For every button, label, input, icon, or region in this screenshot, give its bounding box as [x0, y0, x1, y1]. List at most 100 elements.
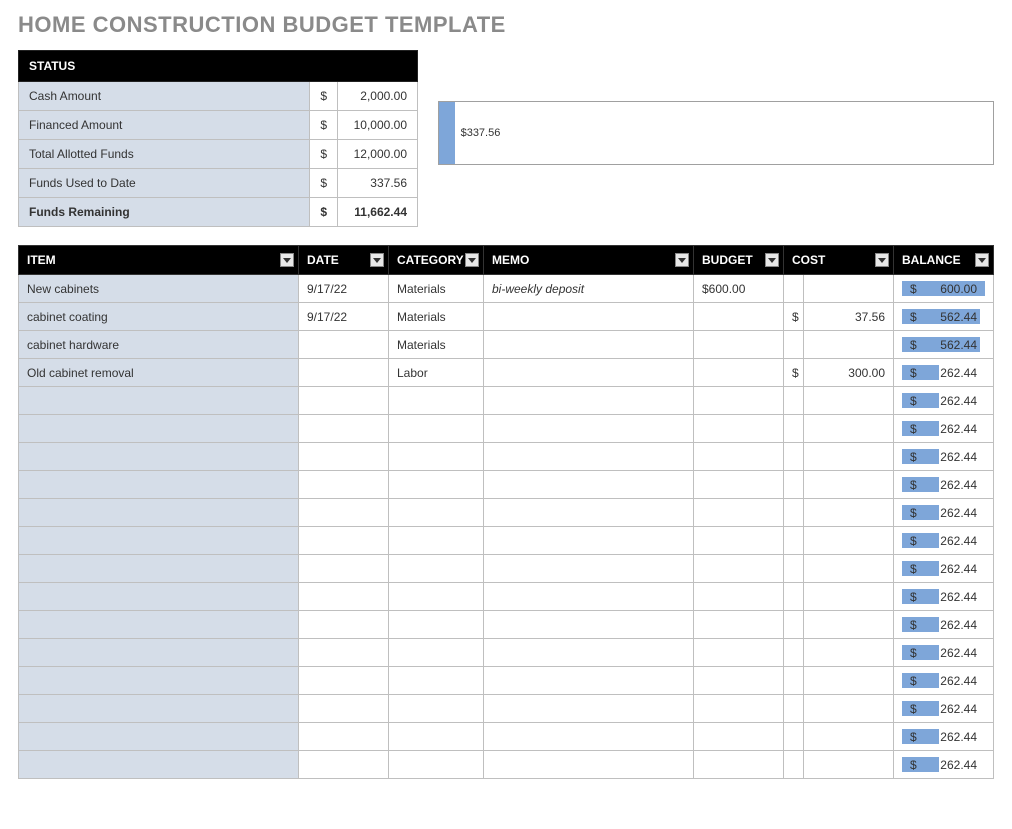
cell-cost-value[interactable]: 37.56 — [804, 303, 894, 331]
cell-memo[interactable] — [484, 555, 694, 583]
cell-cost-value[interactable] — [804, 499, 894, 527]
cell-cost-currency[interactable] — [784, 667, 804, 695]
cell-date[interactable] — [299, 527, 389, 555]
cell-memo[interactable] — [484, 527, 694, 555]
col-balance[interactable]: BALANCE — [894, 246, 994, 275]
cell-item[interactable]: New cabinets — [19, 275, 299, 303]
cell-balance[interactable]: $262.44 — [894, 639, 994, 667]
cell-date[interactable] — [299, 387, 389, 415]
cell-item[interactable] — [19, 471, 299, 499]
col-category[interactable]: CATEGORY — [389, 246, 484, 275]
status-label[interactable]: Cash Amount — [19, 82, 310, 111]
cell-cost-value[interactable] — [804, 443, 894, 471]
cell-category[interactable] — [389, 443, 484, 471]
cell-category[interactable] — [389, 387, 484, 415]
cell-cost-currency[interactable]: $ — [784, 359, 804, 387]
filter-icon[interactable] — [370, 253, 384, 267]
cell-cost-currency[interactable] — [784, 471, 804, 499]
cell-memo[interactable] — [484, 303, 694, 331]
cell-cost-value[interactable]: 300.00 — [804, 359, 894, 387]
cell-cost-value[interactable] — [804, 611, 894, 639]
cell-budget[interactable] — [694, 443, 784, 471]
cell-balance[interactable]: $262.44 — [894, 443, 994, 471]
cell-balance[interactable]: $262.44 — [894, 723, 994, 751]
cell-cost-value[interactable] — [804, 667, 894, 695]
cell-category[interactable] — [389, 471, 484, 499]
cell-cost-value[interactable] — [804, 331, 894, 359]
cell-date[interactable] — [299, 471, 389, 499]
cell-item[interactable] — [19, 723, 299, 751]
cell-category[interactable]: Materials — [389, 275, 484, 303]
cell-balance[interactable]: $262.44 — [894, 471, 994, 499]
cell-category[interactable]: Materials — [389, 331, 484, 359]
filter-icon[interactable] — [675, 253, 689, 267]
status-currency[interactable]: $ — [310, 140, 338, 169]
filter-icon[interactable] — [875, 253, 889, 267]
cell-budget[interactable] — [694, 303, 784, 331]
cell-cost-value[interactable] — [804, 415, 894, 443]
cell-cost-currency[interactable] — [784, 499, 804, 527]
status-value[interactable]: 11,662.44 — [338, 198, 418, 227]
cell-item[interactable] — [19, 667, 299, 695]
status-value[interactable]: 10,000.00 — [338, 111, 418, 140]
cell-cost-currency[interactable] — [784, 751, 804, 779]
cell-balance[interactable]: $262.44 — [894, 499, 994, 527]
cell-category[interactable] — [389, 639, 484, 667]
cell-budget[interactable] — [694, 583, 784, 611]
cell-cost-currency[interactable] — [784, 695, 804, 723]
col-item[interactable]: ITEM — [19, 246, 299, 275]
col-cost[interactable]: COST — [784, 246, 894, 275]
cell-cost-currency[interactable] — [784, 583, 804, 611]
cell-item[interactable]: cabinet hardware — [19, 331, 299, 359]
filter-icon[interactable] — [765, 253, 779, 267]
cell-balance[interactable]: $262.44 — [894, 387, 994, 415]
cell-memo[interactable] — [484, 611, 694, 639]
cell-balance[interactable]: $262.44 — [894, 751, 994, 779]
cell-balance[interactable]: $262.44 — [894, 611, 994, 639]
cell-cost-value[interactable] — [804, 583, 894, 611]
cell-category[interactable] — [389, 499, 484, 527]
cell-memo[interactable] — [484, 723, 694, 751]
cell-budget[interactable] — [694, 695, 784, 723]
cell-cost-currency[interactable] — [784, 723, 804, 751]
cell-date[interactable] — [299, 499, 389, 527]
cell-balance[interactable]: $562.44 — [894, 303, 994, 331]
cell-date[interactable] — [299, 667, 389, 695]
cell-cost-value[interactable] — [804, 387, 894, 415]
cell-memo[interactable] — [484, 583, 694, 611]
cell-cost-value[interactable] — [804, 639, 894, 667]
cell-cost-value[interactable] — [804, 555, 894, 583]
cell-budget[interactable] — [694, 527, 784, 555]
cell-budget[interactable] — [694, 499, 784, 527]
status-label[interactable]: Total Allotted Funds — [19, 140, 310, 169]
status-currency[interactable]: $ — [310, 169, 338, 198]
cell-cost-value[interactable] — [804, 527, 894, 555]
cell-cost-value[interactable] — [804, 751, 894, 779]
status-value[interactable]: 337.56 — [338, 169, 418, 198]
cell-category[interactable] — [389, 723, 484, 751]
cell-budget[interactable] — [694, 331, 784, 359]
filter-icon[interactable] — [975, 253, 989, 267]
cell-memo[interactable]: bi-weekly deposit — [484, 275, 694, 303]
cell-cost-value[interactable] — [804, 723, 894, 751]
cell-date[interactable] — [299, 751, 389, 779]
cell-budget[interactable] — [694, 639, 784, 667]
cell-cost-currency[interactable] — [784, 443, 804, 471]
cell-cost-value[interactable] — [804, 695, 894, 723]
cell-item[interactable]: cabinet coating — [19, 303, 299, 331]
cell-date[interactable] — [299, 723, 389, 751]
status-label[interactable]: Funds Used to Date — [19, 169, 310, 198]
cell-memo[interactable] — [484, 359, 694, 387]
cell-balance[interactable]: $262.44 — [894, 667, 994, 695]
status-currency[interactable]: $ — [310, 198, 338, 227]
col-date[interactable]: DATE — [299, 246, 389, 275]
cell-date[interactable]: 9/17/22 — [299, 303, 389, 331]
cell-memo[interactable] — [484, 387, 694, 415]
status-currency[interactable]: $ — [310, 82, 338, 111]
cell-cost-currency[interactable] — [784, 387, 804, 415]
status-label[interactable]: Funds Remaining — [19, 198, 310, 227]
status-value[interactable]: 12,000.00 — [338, 140, 418, 169]
cell-cost-currency[interactable] — [784, 639, 804, 667]
cell-date[interactable] — [299, 415, 389, 443]
cell-item[interactable] — [19, 583, 299, 611]
